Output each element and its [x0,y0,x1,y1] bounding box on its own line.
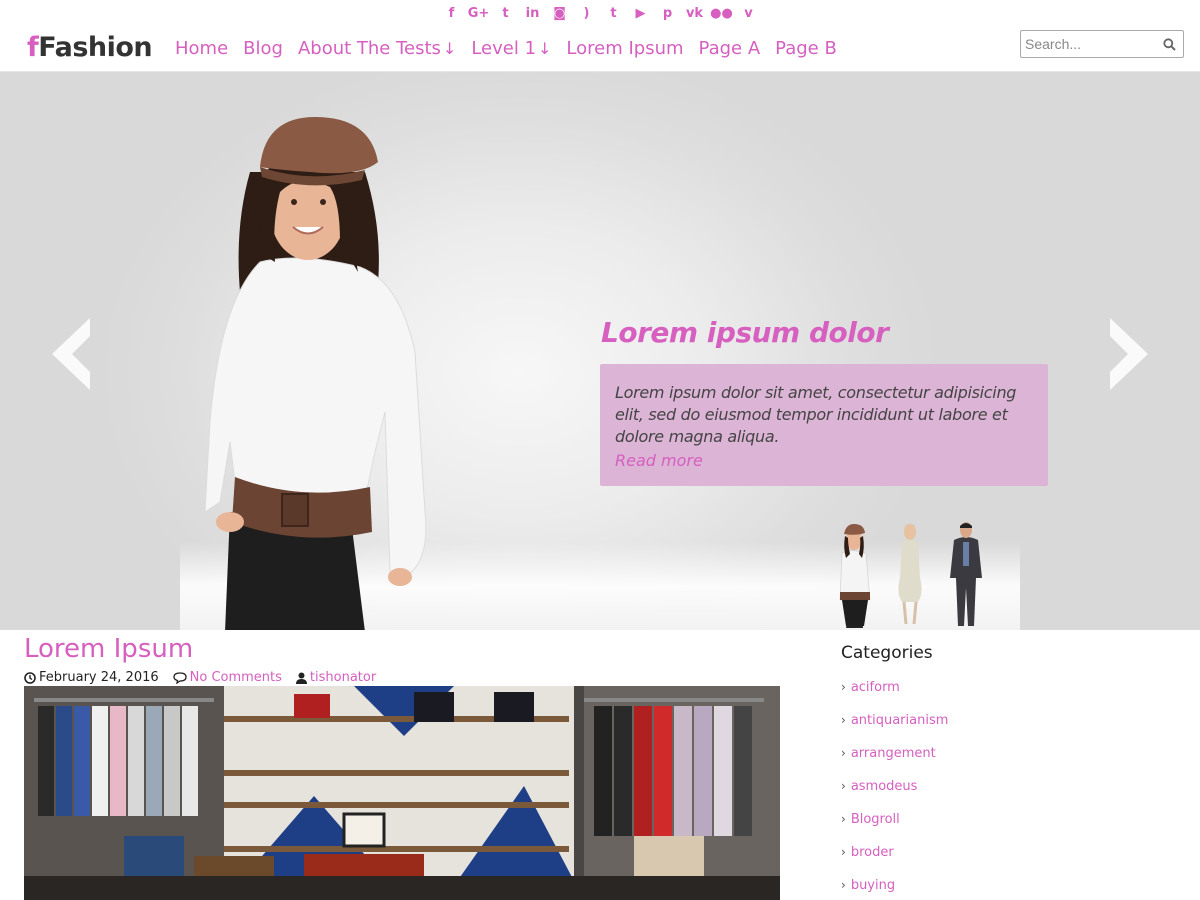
social-bar: f G+ t in ◙) t ▶ p vk ●● v [0,0,1200,26]
read-more-link[interactable]: Read more [615,451,1034,470]
category-item[interactable]: › aciform [841,680,948,713]
categories-heading: Categories [841,643,933,663]
nav-item-label: Lorem Ipsum [566,38,684,59]
slide-caption-title: Lorem ipsum dolor [601,316,889,349]
instagram-icon[interactable]: ◙ [546,1,573,25]
post-featured-image[interactable] [24,686,780,900]
slider-prev-arrow[interactable] [50,316,92,397]
rss-icon[interactable]: ) [573,1,600,25]
dropdown-arrow-icon: ↓ [442,39,457,58]
nav-item-label: About The Tests [297,38,441,59]
flickr-icon[interactable]: ●● [708,1,735,25]
dropdown-arrow-icon: ↓ [538,39,552,58]
linkedin-icon[interactable]: in [519,1,546,25]
category-item[interactable]: › buying [841,878,948,900]
slider-thumbnails [826,518,994,630]
category-label: asmodeus [850,779,918,794]
nav-item-lorem-ipsum[interactable]: Lorem Ipsum [566,38,683,59]
post-comments-text: No Comments [189,670,282,685]
vk-icon[interactable]: vk [681,1,708,25]
logo-text: Fashion [38,32,153,63]
category-label: antiquarianism [850,713,949,728]
post-date-text: February 24, 2016 [39,670,159,685]
search-icon[interactable] [1157,37,1181,51]
chevron-right-icon: › [841,878,846,892]
nav-item-blog[interactable]: Blog [243,38,283,59]
youtube-icon[interactable]: ▶ [627,1,654,25]
hero-slider: Lorem ipsum dolor Lorem ipsum dolor sit … [0,72,1200,630]
nav-item-label: Home [175,38,229,59]
vine-icon[interactable]: v [735,1,762,25]
tumblr-icon[interactable]: t [600,1,627,25]
categories-list: › aciform › antiquarianism › arrangement › asmo… [841,680,948,900]
chevron-right-icon: › [841,812,846,826]
post-date: February 24, 2016 [24,670,159,685]
twitter-icon[interactable]: t [492,1,519,25]
nav-item-label: Blog [243,38,283,59]
chevron-right-icon: › [841,746,846,760]
nav-item-label: Level 1 [471,38,537,59]
logo-initial: f [27,32,39,63]
nav-item-page-a[interactable]: Page A [699,38,761,59]
facebook-icon[interactable]: f [438,1,465,25]
category-label: broder [850,845,894,860]
category-item[interactable]: › antiquarianism [841,713,948,746]
chevron-right-icon: › [841,680,846,694]
category-item[interactable]: › arrangement [841,746,948,779]
nav-item-label: Page B [775,38,837,59]
chevron-right-icon: › [841,845,846,859]
thumbnail-2[interactable] [882,518,938,630]
post-title[interactable]: Lorem Ipsum [24,634,193,664]
model-image [204,117,427,630]
nav-item-about-the-tests[interactable]: About The Tests ↓ [298,38,456,59]
post-author-link[interactable]: tishonator [295,670,377,685]
slide-caption-box: Lorem ipsum dolor sit amet, consectetur … [600,364,1048,486]
slider-next-arrow[interactable] [1108,316,1150,397]
nav-item-home[interactable]: Home [175,38,228,59]
category-label: aciform [850,680,900,695]
clock-icon [24,671,36,684]
site-header: fFashion Home Blog About The Tests ↓ Level 1… [0,26,1200,72]
comment-icon [172,671,187,684]
category-label: arrangement [850,746,936,761]
category-item[interactable]: › Blogroll [841,812,948,845]
thumbnail-1[interactable] [826,518,882,630]
search-input[interactable] [1021,36,1157,52]
chevron-right-icon: › [841,713,846,727]
thumbnail-3[interactable] [938,518,994,630]
google-plus-icon[interactable]: G+ [465,1,492,25]
category-label: Blogroll [850,812,900,827]
slide-caption-text: Lorem ipsum dolor sit amet, consectetur … [615,383,1017,446]
category-label: buying [850,878,896,893]
chevron-right-icon: › [841,779,846,793]
post-comments-link[interactable]: No Comments [172,670,282,685]
nav-item-page-b[interactable]: Page B [775,38,837,59]
pinterest-icon[interactable]: p [654,1,681,25]
category-item[interactable]: › broder [841,845,948,878]
search-form [1020,30,1184,58]
user-icon [295,672,307,684]
main-nav: Home Blog About The Tests ↓ Level 1 ↓ Lorem Ip… [175,38,837,59]
site-logo[interactable]: fFashion [27,32,153,63]
post-author-text: tishonator [309,670,377,685]
post-meta: February 24, 2016 No Comments tishonator [24,670,376,685]
nav-item-level-1[interactable]: Level 1 ↓ [471,38,551,59]
category-item[interactable]: › asmodeus [841,779,948,812]
nav-item-label: Page A [698,38,761,59]
